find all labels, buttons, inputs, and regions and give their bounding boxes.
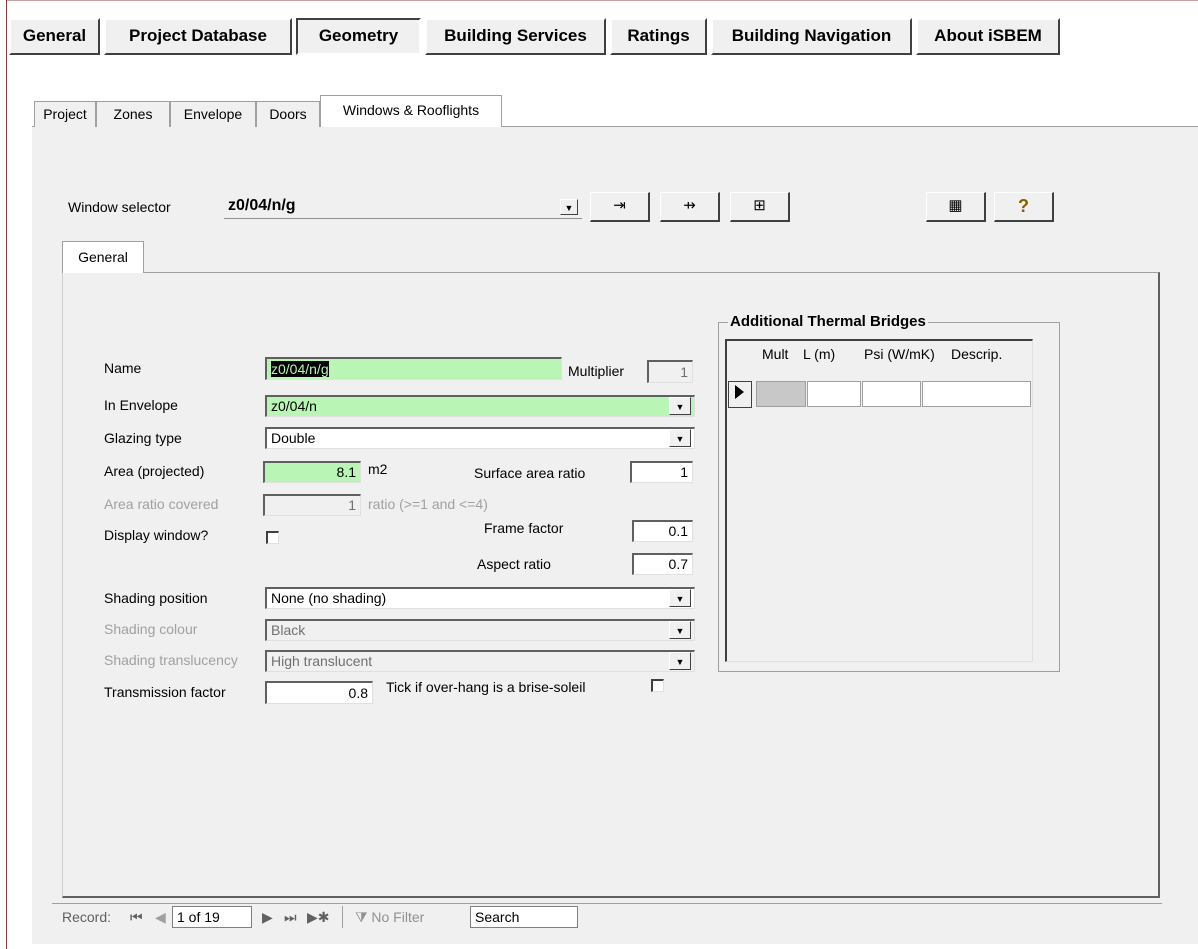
cell-mult[interactable] xyxy=(756,381,806,407)
shading-colour-label: Shading colour xyxy=(104,621,198,637)
area-projected-input[interactable]: 8.1 xyxy=(263,461,361,483)
previous-window-button[interactable]: ⇥ xyxy=(590,192,650,222)
in-envelope-select[interactable]: z0/04/n xyxy=(265,395,695,417)
brise-soleil-checkbox[interactable] xyxy=(651,679,664,692)
help-button[interactable]: ? xyxy=(994,192,1054,222)
surface-area-ratio-input[interactable]: 1 xyxy=(630,461,693,483)
previous-record-icon[interactable]: ◀ xyxy=(155,909,166,926)
tab-doors[interactable]: Doors xyxy=(256,101,320,127)
table-view-button[interactable]: ▦ xyxy=(926,192,986,222)
tab-general[interactable]: General xyxy=(62,241,144,273)
tab-zones[interactable]: Zones xyxy=(96,101,170,127)
first-record-icon[interactable]: ⏮ xyxy=(130,909,143,926)
tab-project[interactable]: Project xyxy=(34,101,96,127)
new-window-button[interactable]: ⊞ xyxy=(730,192,790,222)
window-selector-value[interactable]: z0/04/n/g xyxy=(228,197,296,215)
next-record-icon[interactable]: ▶ xyxy=(262,909,273,926)
column-psi: Psi (W/mK) xyxy=(864,346,935,362)
multiplier-input[interactable]: 1 xyxy=(647,360,693,383)
row-selector[interactable] xyxy=(728,381,752,408)
shading-translucency-select[interactable]: High translucent xyxy=(265,650,695,672)
aspect-ratio-input[interactable]: 0.7 xyxy=(632,553,693,575)
name-label: Name xyxy=(104,360,142,376)
area-ratio-covered-label: Area ratio covered xyxy=(104,496,219,512)
area-unit-label: m2 xyxy=(368,461,388,477)
frame-factor-input[interactable]: 0.1 xyxy=(632,520,693,542)
in-envelope-dropdown-icon[interactable]: ▼ xyxy=(669,397,691,415)
frame-factor-label: Frame factor xyxy=(484,520,564,536)
area-ratio-covered-input[interactable]: 1 xyxy=(263,494,361,516)
column-mult: Mult xyxy=(762,346,789,362)
window-selector-label: Window selector xyxy=(68,199,171,215)
menu-general[interactable]: General xyxy=(9,18,100,55)
thermal-bridges-title: Additional Thermal Bridges xyxy=(728,313,928,330)
glazing-type-label: Glazing type xyxy=(104,430,182,446)
transmission-factor-input[interactable]: 0.8 xyxy=(265,681,373,704)
window-left-edge xyxy=(6,0,7,949)
shading-position-dropdown-icon[interactable]: ▼ xyxy=(669,589,691,607)
insert-right-icon: ⇸ xyxy=(683,197,696,214)
cell-length[interactable] xyxy=(807,381,861,407)
name-input[interactable]: z0/04/n/g xyxy=(265,357,562,380)
table-icon: ▦ xyxy=(948,197,963,214)
nav-divider xyxy=(342,906,343,928)
record-position-input[interactable]: 1 of 19 xyxy=(172,906,252,928)
help-key-icon: ? xyxy=(1018,196,1029,216)
name-value: z0/04/n/g xyxy=(271,361,329,377)
next-window-button[interactable]: ⇸ xyxy=(660,192,720,222)
no-filter-button[interactable]: ⧩ No Filter xyxy=(355,909,424,926)
last-record-icon[interactable]: ⏭ xyxy=(284,909,297,926)
filter-icon: ⧩ xyxy=(355,909,368,925)
selector-dropdown-arrow-icon[interactable]: ▼ xyxy=(560,199,578,215)
menu-geometry[interactable]: Geometry xyxy=(296,18,421,55)
area-projected-label: Area (projected) xyxy=(104,463,205,479)
menu-project-database[interactable]: Project Database xyxy=(104,18,292,55)
insert-left-icon: ⇥ xyxy=(613,197,626,214)
tab-windows-rooflights[interactable]: Windows & Rooflights xyxy=(320,95,502,127)
selector-underline xyxy=(224,218,582,219)
aspect-ratio-label: Aspect ratio xyxy=(477,556,551,572)
menu-building-navigation[interactable]: Building Navigation xyxy=(711,18,912,55)
shading-translucency-dropdown-icon[interactable]: ▼ xyxy=(669,652,691,670)
surface-area-ratio-label: Surface area ratio xyxy=(474,465,586,481)
cell-psi[interactable] xyxy=(862,381,921,407)
no-filter-label: No Filter xyxy=(371,909,425,925)
column-description: Descrip. xyxy=(951,346,1003,362)
glazing-type-dropdown-icon[interactable]: ▼ xyxy=(669,429,691,447)
in-envelope-label: In Envelope xyxy=(104,397,178,413)
cell-description[interactable] xyxy=(922,381,1031,407)
shading-colour-dropdown-icon[interactable]: ▼ xyxy=(669,621,691,639)
display-window-checkbox[interactable] xyxy=(266,531,279,544)
glazing-type-select[interactable]: Double xyxy=(265,427,695,449)
menu-building-services[interactable]: Building Services xyxy=(425,18,606,55)
column-length: L (m) xyxy=(803,346,836,362)
shading-translucency-label: Shading translucency xyxy=(104,652,238,668)
shading-position-select[interactable]: None (no shading) xyxy=(265,587,695,609)
transmission-factor-label: Transmission factor xyxy=(104,684,226,700)
shading-colour-select[interactable]: Black xyxy=(265,619,695,641)
display-window-label: Display window? xyxy=(104,527,209,543)
area-ratio-hint: ratio (>=1 and <=4) xyxy=(368,496,488,512)
multiplier-label: Multiplier xyxy=(568,363,625,379)
search-input[interactable]: Search xyxy=(470,906,578,928)
window-top-edge xyxy=(6,0,1198,1)
menu-ratings[interactable]: Ratings xyxy=(610,18,707,55)
brise-soleil-label: Tick if over-hang is a brise-soleil xyxy=(386,679,586,695)
tab-envelope[interactable]: Envelope xyxy=(170,101,256,127)
menu-about-isbem[interactable]: About iSBEM xyxy=(916,18,1060,55)
shading-position-label: Shading position xyxy=(104,590,208,606)
record-label: Record: xyxy=(62,909,112,925)
new-record-nav-icon[interactable]: ▶✱ xyxy=(307,909,330,926)
new-record-icon: ⊞ xyxy=(753,197,766,214)
